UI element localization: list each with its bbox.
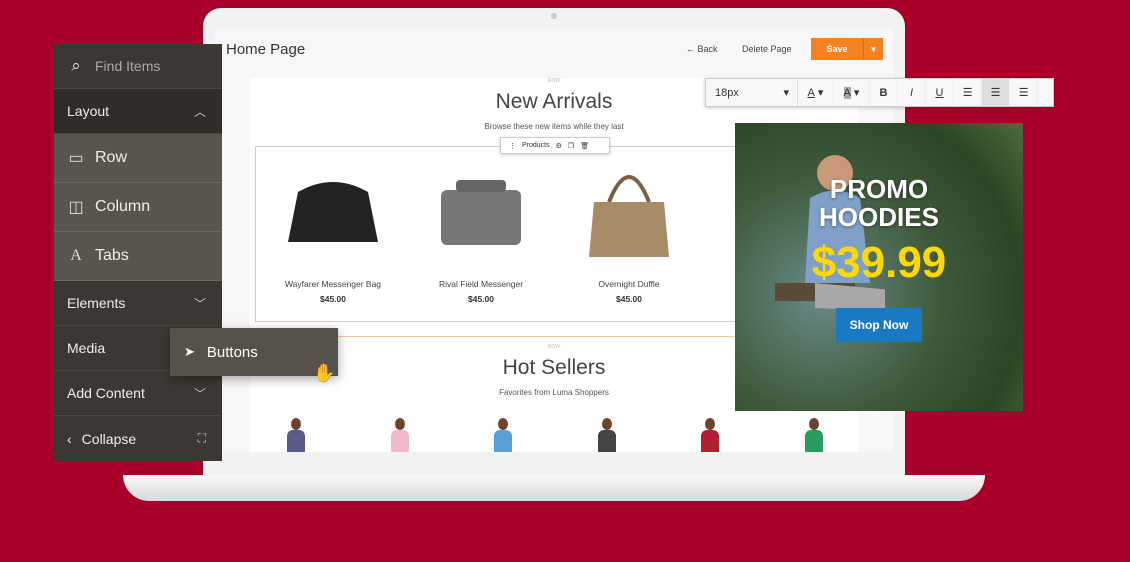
- product-name[interactable]: Overnight Duffle: [564, 279, 694, 289]
- product-price: $45.00: [616, 294, 642, 304]
- underline-button[interactable]: U: [926, 79, 954, 106]
- font-size-value: 18px: [715, 86, 739, 99]
- save-button[interactable]: Save ▼: [811, 38, 883, 60]
- product-thumbnail[interactable]: [492, 418, 514, 452]
- chevron-left-icon: ‹: [67, 430, 72, 447]
- media-label: Media: [67, 340, 106, 356]
- camera: [551, 13, 557, 19]
- chevron-up-icon: ︿: [193, 104, 206, 119]
- italic-button[interactable]: I: [898, 79, 926, 106]
- text-editor-toolbar: 18px ▾ A ▾ A ▾ B I U ☰ ☰ ☰: [705, 78, 1054, 107]
- column-label: Column: [95, 198, 151, 215]
- row-icon: ▭: [68, 150, 84, 167]
- product-image: [416, 157, 546, 267]
- row-label: Row: [95, 149, 128, 166]
- expand-icon[interactable]: ⛶: [198, 431, 206, 446]
- text-icon: A: [70, 247, 82, 264]
- product-price: $45.00: [468, 294, 494, 304]
- product-image: [268, 157, 398, 267]
- bold-button[interactable]: B: [870, 79, 898, 106]
- cursor-icon: ➤: [184, 344, 195, 359]
- collapse-label: Collapse: [81, 430, 137, 447]
- collapse-button[interactable]: ‹ Collapse ⛶: [54, 416, 222, 461]
- sidebar-group-layout[interactable]: Layout ︿: [54, 89, 222, 134]
- gear-icon[interactable]: ⚙: [556, 142, 562, 150]
- promo-line1: PROMO: [829, 174, 929, 204]
- promo-line2: HOODIES: [819, 202, 939, 232]
- align-left-icon[interactable]: ☰: [954, 79, 982, 106]
- add-content-label: Add Content: [67, 385, 145, 401]
- page-title: Home Page: [226, 41, 306, 58]
- drag-handle-icon[interactable]: ⋮: [509, 142, 516, 150]
- products-block[interactable]: Wayfarer Messenger Bag $45.00 Rival Fiel…: [255, 146, 775, 322]
- duplicate-icon[interactable]: ❐: [568, 142, 574, 150]
- grab-hand-icon: ✋: [313, 363, 336, 383]
- save-dropdown-icon[interactable]: ▼: [863, 38, 883, 60]
- layout-label: Layout: [67, 103, 110, 119]
- product-thumbnail[interactable]: [803, 418, 825, 452]
- save-label: Save: [826, 44, 848, 54]
- trash-icon[interactable]: 🗑: [580, 142, 589, 150]
- search-icon: ⌕: [71, 56, 81, 75]
- tabs-label: Tabs: [95, 247, 129, 264]
- product-thumbnail[interactable]: [699, 418, 721, 452]
- font-size-select[interactable]: 18px ▾: [706, 79, 798, 106]
- delete-page-link[interactable]: Delete Page: [742, 44, 792, 54]
- product-thumbnail[interactable]: [285, 418, 307, 452]
- sidebar-group-add-content[interactable]: Add Content ﹀: [54, 371, 222, 416]
- align-right-icon[interactable]: ☰: [1010, 79, 1038, 106]
- product-thumbnail[interactable]: [596, 418, 618, 452]
- highlight-button[interactable]: A ▾: [834, 79, 870, 106]
- elements-label: Elements: [67, 295, 126, 311]
- product-image: [564, 157, 694, 267]
- find-items-search[interactable]: ⌕ Find Items: [54, 44, 222, 89]
- sidebar-item-tabs[interactable]: A Tabs: [54, 232, 222, 281]
- search-placeholder: Find Items: [95, 58, 161, 74]
- chevron-down-icon: ﹀: [193, 296, 206, 311]
- product-thumbnail[interactable]: [389, 418, 411, 452]
- back-link[interactable]: ← Back: [686, 44, 718, 54]
- product-card[interactable]: Rival Field Messenger $45.00: [416, 157, 546, 304]
- product-name[interactable]: Wayfarer Messenger Bag: [268, 279, 398, 289]
- promo-banner: PROMO HOODIES $39.99 Shop Now: [735, 123, 1023, 411]
- product-price: $45.00: [320, 294, 346, 304]
- font-color-button[interactable]: A ▾: [798, 79, 834, 106]
- sidebar-group-elements[interactable]: Elements ﹀: [54, 281, 222, 326]
- chevron-down-icon: ﹀: [193, 386, 206, 401]
- products-toolbar: ⋮ Products ⚙ ❐ 🗑: [500, 137, 610, 154]
- hot-sellers-list: [285, 418, 825, 452]
- product-card[interactable]: Wayfarer Messenger Bag $45.00: [268, 157, 398, 304]
- product-card[interactable]: Overnight Duffle $45.00: [564, 157, 694, 304]
- laptop-base: [123, 475, 985, 501]
- align-center-icon[interactable]: ☰: [982, 79, 1010, 106]
- shop-now-button[interactable]: Shop Now: [836, 308, 922, 342]
- product-name[interactable]: Rival Field Messenger: [416, 279, 546, 289]
- sidebar: ⌕ Find Items Layout ︿ ▭ Row ◫ Column A Tabs E…: [54, 44, 222, 461]
- buttons-label: Buttons: [206, 343, 258, 361]
- promo-price: $39.99: [811, 238, 947, 287]
- sidebar-item-row[interactable]: ▭ Row: [54, 134, 222, 183]
- products-label: Products: [522, 142, 550, 149]
- column-icon: ◫: [68, 199, 84, 216]
- sidebar-item-column[interactable]: ◫ Column: [54, 183, 222, 232]
